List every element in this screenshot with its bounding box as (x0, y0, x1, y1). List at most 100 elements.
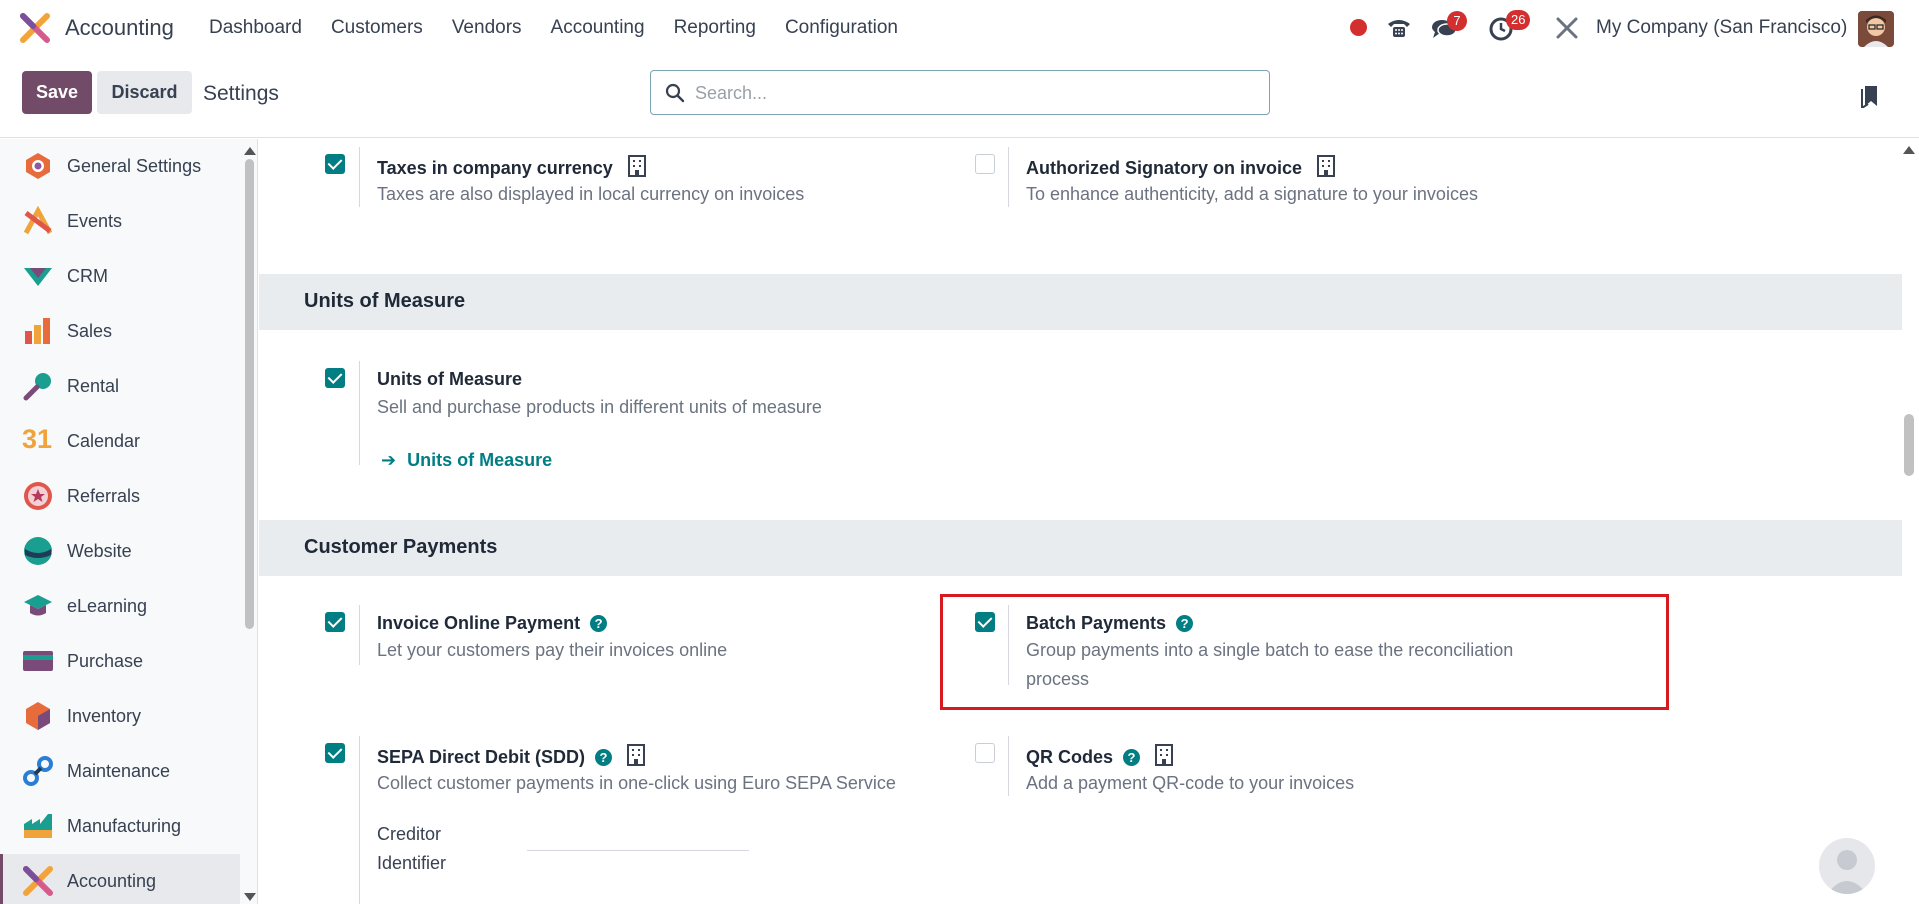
settings-sidebar: General Settings Events CRM Sales Rental… (0, 139, 258, 904)
sidebar-item-rental[interactable]: Rental (0, 359, 240, 414)
invoice-online-payment-checkbox[interactable] (325, 612, 345, 632)
taxes-currency-desc: Taxes are also displayed in local curren… (377, 184, 805, 204)
manufacturing-icon (24, 814, 52, 838)
sidebar-scrollbar[interactable] (245, 159, 254, 629)
qr-codes-title: QR Codes? (1026, 744, 1174, 768)
general-settings-icon (26, 153, 50, 179)
setting-divider (359, 361, 360, 465)
company-building-icon (1317, 155, 1336, 177)
debug-tools-icon[interactable] (1553, 14, 1581, 42)
calendar-icon: 31 (22, 424, 53, 454)
uom-checkbox[interactable] (325, 368, 345, 388)
sidebar-item-events[interactable]: Events (0, 194, 240, 249)
user-avatar-image (1858, 11, 1894, 47)
qr-codes-checkbox[interactable] (975, 743, 995, 763)
search-box[interactable] (650, 70, 1270, 115)
taxes-currency-title: Taxes in company currency (377, 155, 646, 179)
section-title: Units of Measure (304, 290, 466, 312)
sales-icon (25, 318, 50, 344)
main-scrollbar[interactable] (1904, 414, 1914, 476)
help-icon[interactable]: ? (590, 615, 608, 632)
creditor-identifier-input[interactable] (527, 850, 749, 851)
events-icon (23, 205, 53, 235)
sidebar-item-accounting[interactable]: Accounting (0, 854, 240, 904)
sidebar-item-label: eLearning (67, 596, 148, 616)
accounting-app-icon[interactable] (20, 13, 50, 43)
invoice-online-payment-title: Invoice Online Payment? (377, 613, 608, 634)
menu-vendors[interactable]: Vendors (452, 17, 522, 39)
sidebar-item-label: Website (67, 541, 132, 561)
sidebar-item-purchase[interactable]: Purchase (0, 634, 240, 689)
authorized-signatory-desc: To enhance authenticity, add a signature… (1026, 184, 1478, 204)
search-input[interactable] (695, 81, 1255, 105)
menu-dashboard[interactable]: Dashboard (209, 17, 302, 39)
phone-icon[interactable] (1385, 14, 1413, 42)
sidebar-item-website[interactable]: Website (0, 524, 240, 579)
elearning-icon (24, 595, 52, 616)
uom-link[interactable]: ➔ Units of Measure (381, 450, 552, 471)
livechat-avatar-icon[interactable] (1819, 838, 1875, 894)
creditor-identifier-label-2: Identifier (377, 853, 447, 873)
sidebar-item-label: Maintenance (67, 761, 171, 781)
sidebar-item-crm[interactable]: CRM (0, 249, 240, 304)
taxes-currency-checkbox[interactable] (325, 154, 345, 174)
save-button[interactable]: Save (22, 71, 92, 114)
menu-accounting[interactable]: Accounting (551, 17, 645, 39)
sidebar-item-label: CRM (67, 266, 108, 286)
sepa-checkbox[interactable] (325, 743, 345, 763)
menu-customers[interactable]: Customers (331, 17, 423, 39)
sidebar-item-general-settings[interactable]: General Settings (0, 139, 240, 194)
main-scroll-up-icon[interactable] (1903, 146, 1915, 154)
setting-divider (359, 736, 360, 904)
setting-divider (359, 147, 360, 207)
setting-divider (1008, 736, 1009, 796)
sidebar-item-label: Inventory (67, 706, 142, 726)
section-units-of-measure: Units of Measure (259, 274, 1902, 330)
menu-configuration[interactable]: Configuration (785, 17, 898, 39)
sidebar-item-label: Events (67, 211, 123, 231)
user-avatar[interactable] (1858, 11, 1894, 47)
taxes-currency-title-text: Taxes in company currency (377, 158, 613, 178)
sidebar-item-referrals[interactable]: Referrals (0, 469, 240, 524)
rental-icon (23, 373, 51, 401)
app-name[interactable]: Accounting (65, 15, 174, 41)
company-switcher[interactable]: My Company (San Francisco) (1596, 17, 1847, 39)
livechat-person-icon (1827, 850, 1867, 894)
qr-codes-desc: Add a payment QR-code to your invoices (1026, 773, 1355, 793)
company-building-icon (627, 155, 646, 177)
uom-desc: Sell and purchase products in different … (377, 397, 822, 417)
authorized-signatory-title: Authorized Signatory on invoice (1026, 155, 1336, 179)
company-building-icon (1155, 744, 1174, 766)
invoice-online-payment-desc: Let your customers pay their invoices on… (377, 640, 728, 660)
discard-button[interactable]: Discard (97, 71, 192, 114)
bookmark-icon[interactable] (1861, 84, 1879, 108)
sidebar-item-manufacturing[interactable]: Manufacturing (0, 799, 240, 854)
creditor-identifier-label-1: Creditor (377, 824, 442, 844)
section-customer-payments: Customer Payments (259, 520, 1902, 576)
menu-reporting[interactable]: Reporting (674, 17, 756, 39)
sidebar-scroll-up-icon[interactable] (244, 147, 256, 155)
accounting-icon (23, 866, 53, 896)
top-navbar: Accounting Dashboard Customers Vendors A… (0, 0, 1919, 56)
sidebar-item-label: Manufacturing (67, 816, 182, 836)
authorized-signatory-title-text: Authorized Signatory on invoice (1026, 158, 1303, 178)
website-icon (24, 537, 52, 565)
sidebar-item-elearning[interactable]: eLearning (0, 579, 240, 634)
sidebar-item-maintenance[interactable]: Maintenance (0, 744, 240, 799)
help-icon[interactable]: ? (595, 749, 613, 766)
sidebar-scroll-down-icon[interactable] (244, 893, 256, 901)
sidebar-item-inventory[interactable]: Inventory (0, 689, 240, 744)
sidebar-item-sales[interactable]: Sales (0, 304, 240, 359)
recording-indicator-icon[interactable] (1350, 19, 1367, 36)
referrals-icon (24, 482, 52, 510)
sepa-desc: Collect customer payments in one-click u… (377, 773, 896, 793)
breadcrumb: Settings (203, 82, 279, 105)
batch-payments-highlight-box (940, 594, 1669, 710)
messages-badge: 7 (1447, 11, 1467, 31)
help-icon[interactable]: ? (1123, 749, 1141, 766)
sepa-title: SEPA Direct Debit (SDD)? (377, 744, 646, 768)
sidebar-item-calendar[interactable]: 31 Calendar (0, 414, 240, 469)
authorized-signatory-checkbox[interactable] (975, 154, 995, 174)
company-building-icon (627, 744, 646, 766)
control-panel: Save Discard Settings (0, 56, 1919, 138)
